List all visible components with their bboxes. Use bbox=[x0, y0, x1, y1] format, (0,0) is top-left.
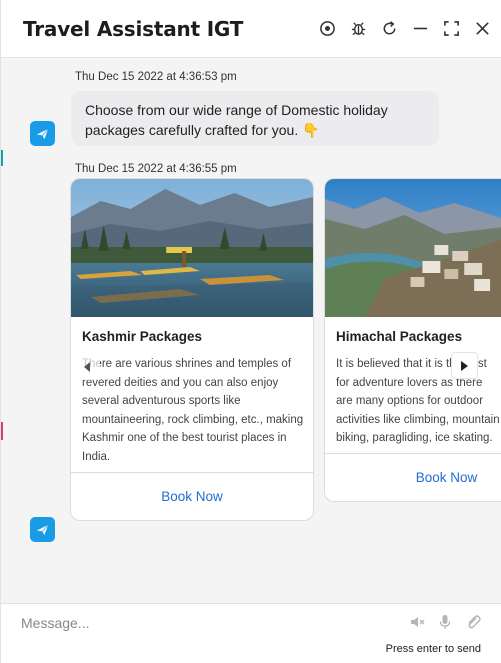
composer-footer: Press enter to send bbox=[1, 639, 501, 663]
edge-mark bbox=[1, 422, 3, 440]
plane-icon bbox=[36, 524, 49, 536]
message-timestamp: Thu Dec 15 2022 at 4:36:53 pm bbox=[75, 71, 237, 83]
composer-controls bbox=[408, 613, 482, 631]
book-now-button[interactable]: Book Now bbox=[416, 470, 478, 485]
bot-avatar bbox=[30, 517, 55, 542]
header-controls bbox=[318, 19, 492, 38]
chat-header: Travel Assistant IGT bbox=[1, 0, 501, 58]
message-timestamp: Thu Dec 15 2022 at 4:36:55 pm bbox=[75, 163, 237, 175]
card-button-area: Book Now bbox=[71, 472, 313, 520]
card-button-area: Book Now bbox=[325, 453, 501, 501]
book-now-button[interactable]: Book Now bbox=[161, 489, 223, 504]
edge-mark bbox=[1, 150, 3, 166]
bot-avatar bbox=[30, 121, 55, 146]
minimize-icon[interactable] bbox=[411, 19, 430, 38]
card-title: Kashmir Packages bbox=[82, 329, 203, 344]
message-bubble: Choose from our wide range of Domestic h… bbox=[71, 91, 439, 146]
send-hint: Press enter to send bbox=[385, 643, 481, 655]
chevron-left-icon bbox=[83, 361, 90, 372]
carousel-next-button[interactable] bbox=[451, 352, 478, 379]
carousel-prev-button[interactable] bbox=[73, 353, 100, 380]
bug-icon[interactable] bbox=[349, 19, 368, 38]
refresh-icon[interactable] bbox=[380, 19, 399, 38]
expand-icon[interactable] bbox=[442, 19, 461, 38]
card-description: There are various shrines and temples of… bbox=[82, 358, 304, 463]
record-icon[interactable] bbox=[318, 19, 337, 38]
card-title: Himachal Packages bbox=[336, 329, 463, 344]
plane-icon bbox=[36, 128, 49, 140]
package-card-himachal: Himachal Packages It is believed that it… bbox=[324, 178, 501, 502]
chat-title: Travel Assistant IGT bbox=[23, 17, 244, 41]
chat-window: Travel Assistant IGT Thu Dec 15 2022 at … bbox=[0, 0, 501, 663]
message-input[interactable] bbox=[21, 612, 391, 634]
attachment-icon[interactable] bbox=[464, 613, 482, 631]
speaker-muted-icon[interactable] bbox=[408, 613, 426, 631]
package-card-kashmir: Kashmir Packages There are various shrin… bbox=[70, 178, 314, 521]
microphone-icon[interactable] bbox=[436, 613, 454, 631]
kashmir-image bbox=[71, 179, 313, 317]
close-icon[interactable] bbox=[473, 19, 492, 38]
message-composer bbox=[1, 603, 501, 639]
chevron-right-icon bbox=[461, 360, 468, 371]
himachal-image bbox=[325, 179, 501, 317]
